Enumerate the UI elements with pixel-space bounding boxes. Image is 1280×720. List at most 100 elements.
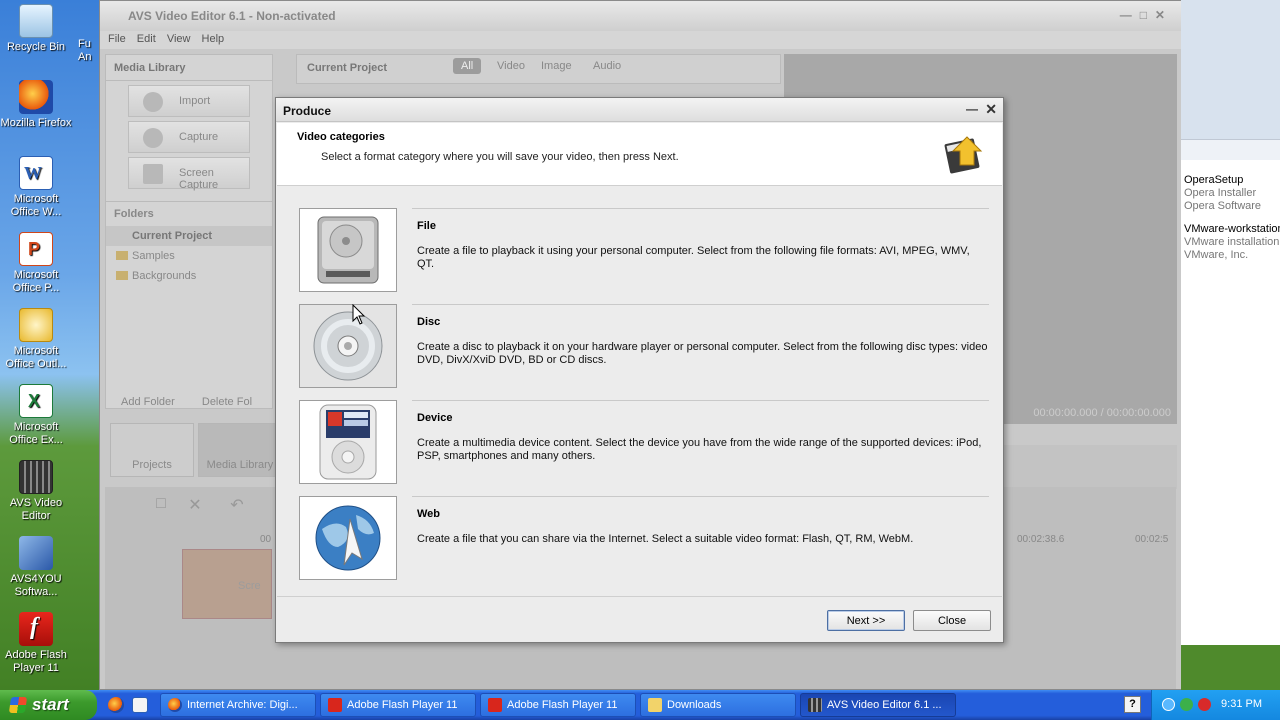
program-entry[interactable]: OperaSetup Opera Installer Opera Softwar… [1181,170,1280,219]
folder-samples[interactable]: Samples [106,246,272,266]
timeline-tool-icon[interactable]: □ [145,495,177,519]
shield-icon[interactable] [1198,698,1211,711]
desktop-icon-avs-video-editor[interactable]: AVS Video Editor [0,460,72,523]
desktop-icon-partial-label[interactable]: Fu An [78,38,100,64]
capture-button[interactable]: Capture [128,121,250,153]
menu-help[interactable]: Help [202,33,225,45]
task-label: Adobe Flash Player 11 [507,699,618,711]
category-title: Web [417,508,441,520]
taskbar-item-downloads[interactable]: Downloads [640,693,796,717]
desktop-icon-label: Microsoft Office P... [12,269,60,294]
network-icon[interactable] [1162,698,1175,711]
disc-icon[interactable] [299,304,397,388]
start-button[interactable]: start [0,690,97,720]
category-file[interactable]: File Create a file to playback it using … [299,208,989,294]
capture-label: Capture [179,131,219,143]
taskbar-item-internet-archive[interactable]: Internet Archive: Digi... [160,693,316,717]
category-description: Create a multimedia device content. Sele… [417,437,982,462]
excel-icon [19,384,53,418]
produce-dialog: Produce — ✕ Video categories Select a fo… [275,97,1004,643]
program-line: Opera Installer [1184,187,1257,199]
firefox-icon[interactable] [108,697,124,713]
category-description: Create a file that you can share via the… [417,533,914,545]
close-button[interactable]: Close [913,610,991,631]
category-title: Device [417,412,453,424]
separator [412,208,989,209]
hard-drive-icon[interactable] [299,208,397,292]
tab-projects[interactable]: Projects [110,423,194,477]
current-project-heading: Current Project [307,62,388,74]
ipod-icon[interactable] [299,400,397,484]
import-label: Import [179,95,211,107]
window-header-strip [1181,0,1280,140]
clip-label: Scre [238,580,261,592]
camera-icon [143,128,163,148]
dialog-title: Produce [283,104,332,118]
filter-video[interactable]: Video [497,60,525,72]
close-icon[interactable]: ✕ [985,101,997,118]
desktop-icon-excel[interactable]: Microsoft Office Ex... [0,384,72,447]
taskbar-item-flash-player-2[interactable]: Adobe Flash Player 11 [480,693,636,717]
tab-media-library[interactable]: Media Library [198,423,282,477]
menu-edit[interactable]: Edit [137,33,156,45]
desktop-icon-label: Microsoft Office W... [10,193,62,218]
filter-all[interactable]: All [453,58,482,74]
clock[interactable]: 9:31 PM [1221,698,1262,710]
minimize-icon[interactable]: — [966,102,978,116]
dialog-header: Video categories Select a format categor… [277,123,1002,186]
import-button[interactable]: Import [128,85,250,117]
category-device[interactable]: Device Create a multimedia device conten… [299,400,989,486]
desktop-icon-firefox[interactable]: Mozilla Firefox [0,80,72,130]
avs-video-editor-icon [19,460,53,494]
screen-capture-label: Screen Capture [179,167,219,191]
help-icon[interactable]: ? [1124,696,1141,713]
folder-label: Samples [132,250,175,262]
menu-file[interactable]: File [108,33,126,45]
show-desktop-icon[interactable] [132,697,148,713]
menu-view[interactable]: View [167,33,191,45]
program-line: VMware installation l [1184,236,1280,248]
add-folder-button[interactable]: Add Folder [121,396,175,408]
undo-icon[interactable]: ↶ [221,495,253,519]
folders-heading: Folders [106,201,272,226]
filter-image[interactable]: Image [541,60,572,72]
category-disc[interactable]: Disc Create a disc to playback it on you… [299,304,989,390]
program-title: OperaSetup [1184,174,1244,186]
desktop-icon-flash-player[interactable]: Adobe Flash Player 11 [0,612,72,675]
taskbar-item-avs-video-editor[interactable]: AVS Video Editor 6.1 ... [800,693,956,717]
dialog-title-bar: Produce — ✕ [276,98,1003,122]
desktop-icon-word[interactable]: Microsoft Office W... [0,156,72,219]
task-label: AVS Video Editor 6.1 ... [827,699,942,711]
flash-player-icon [328,698,342,712]
next-button[interactable]: Next >> [827,610,905,631]
library-footer: Add Folder Delete Fol [105,389,273,415]
outlook-icon [19,308,53,342]
desktop-icon-avs4you[interactable]: AVS4YOU Softwa... [0,536,72,599]
category-web[interactable]: Web Create a file that you can share via… [299,496,989,582]
avs-menu-bar: File Edit View Help [100,31,1181,49]
timeline-clip[interactable]: Scre [182,549,272,619]
delete-folder-button[interactable]: Delete Fol [202,396,252,408]
folder-current-project[interactable]: Current Project [106,226,272,246]
delete-icon[interactable]: ✕ [179,495,211,519]
globe-icon[interactable] [299,496,397,580]
program-entry[interactable]: VMware-workstation VMware installation l… [1181,219,1280,268]
screen-capture-button[interactable]: Screen Capture [128,157,250,191]
desktop-icon-recycle-bin[interactable]: Recycle Bin [0,4,72,54]
dialog-footer: Next >> Close [277,596,1002,642]
desktop-icon-label: Microsoft Office Ex... [9,421,63,446]
desktop-icon-outlook[interactable]: Microsoft Office Outl... [0,308,72,371]
desktop-background-strip [1181,645,1280,690]
folder-backgrounds[interactable]: Backgrounds [106,266,272,286]
flash-player-icon [19,612,53,646]
bottom-tabs: Projects Media Library [110,423,282,477]
filter-audio[interactable]: Audio [593,60,621,72]
avs-window-controls[interactable]: —□✕ [1120,8,1173,22]
avs4you-icon [19,536,53,570]
security-icon[interactable] [1180,698,1193,711]
taskbar-item-flash-player[interactable]: Adobe Flash Player 11 [320,693,476,717]
desktop-icon-powerpoint[interactable]: Microsoft Office P... [0,232,72,295]
folder-icon [116,271,128,280]
add-remove-programs-window: OperaSetup Opera Installer Opera Softwar… [1181,0,1280,690]
firefox-icon [168,698,182,712]
